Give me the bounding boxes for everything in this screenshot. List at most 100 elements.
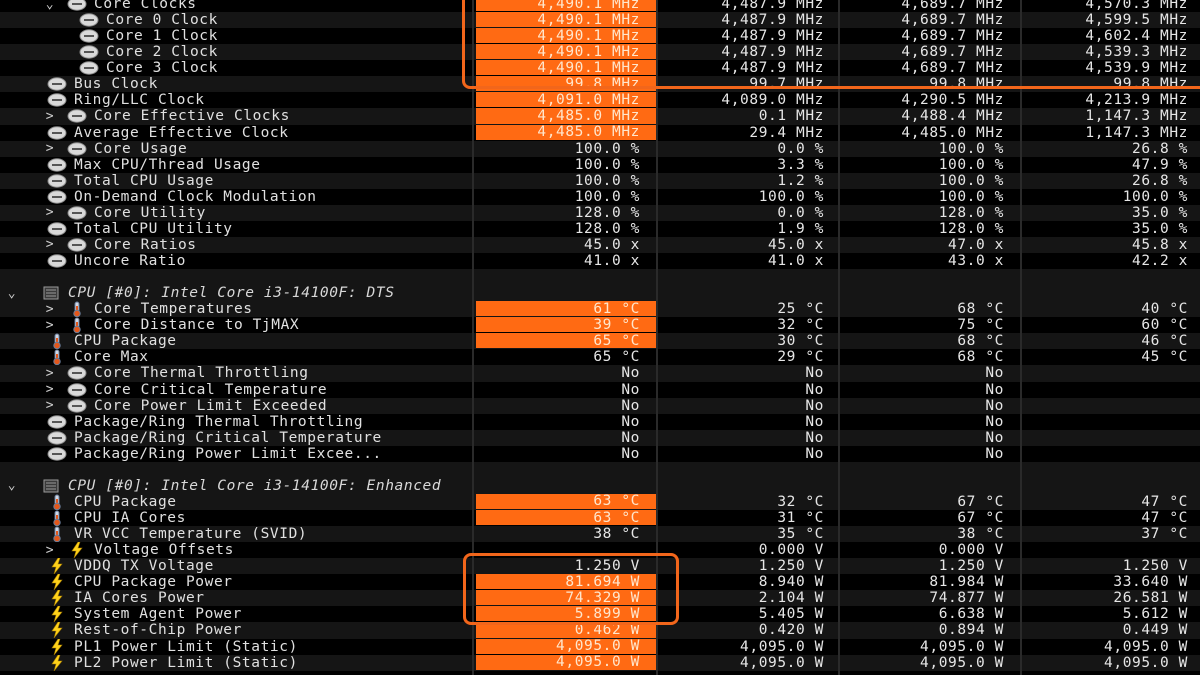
maximum-value xyxy=(840,478,1020,494)
minimum-value: 5.405 W xyxy=(758,606,824,623)
maximum-value: 47.0 x xyxy=(948,236,1004,253)
current-value: 4,490.1 MHz xyxy=(476,60,656,76)
sensor-name-cell: Core Max xyxy=(0,349,470,366)
sensor-label: VR VCC Temperature (SVID) xyxy=(74,526,308,543)
maximum-value: 81.984 W xyxy=(929,574,1004,591)
sensor-label: Uncore Ratio xyxy=(74,253,186,270)
minimum-value: No xyxy=(805,413,824,430)
average-value: 45 °C xyxy=(1141,349,1188,366)
expand-icon[interactable]: > xyxy=(42,543,58,558)
expand-icon[interactable]: > xyxy=(42,318,58,333)
minimum-value: No xyxy=(805,445,824,462)
sensor-name-cell: Package/Ring Power Limit Excee... xyxy=(0,446,470,462)
current-value: 0.462 W xyxy=(476,622,656,638)
maximum-value: 75 °C xyxy=(957,317,1004,334)
maximum-value: 100.0 % xyxy=(938,156,1004,173)
minimum-value: 0.0 % xyxy=(777,140,824,157)
current-value xyxy=(476,542,656,558)
sensor-name-cell: ⌄ CPU [#0]: Intel Core i3-14100F: DTS xyxy=(0,285,470,301)
maximum-value: 4,485.0 MHz xyxy=(901,124,1004,141)
sensor-label: Core Max xyxy=(74,349,149,366)
clock-icon xyxy=(66,398,88,413)
expand-icon[interactable]: > xyxy=(42,109,58,124)
bolt-icon xyxy=(46,590,68,607)
minimum-value: 30 °C xyxy=(777,333,824,350)
minimum-value: 4,095.0 W xyxy=(740,654,824,671)
clock-icon xyxy=(66,0,88,11)
current-value: 39 °C xyxy=(476,317,656,333)
clock-icon xyxy=(46,93,68,108)
average-value: 1,147.3 MHz xyxy=(1085,108,1188,125)
sensor-label: PL2 Power Limit (Static) xyxy=(74,654,298,671)
collapse-icon[interactable]: ⌄ xyxy=(4,286,20,301)
minimum-value: 32 °C xyxy=(777,317,824,334)
expand-icon[interactable]: > xyxy=(42,141,58,156)
expand-icon[interactable]: > xyxy=(42,382,58,397)
clock-icon xyxy=(46,447,68,461)
current-value: 45.0 x xyxy=(584,236,640,253)
current-value: 5.899 W xyxy=(476,606,656,622)
current-value: 100.0 % xyxy=(574,140,640,157)
sensor-name-cell: Ring/LLC Clock xyxy=(0,92,470,108)
collapse-icon[interactable]: ⌄ xyxy=(42,0,58,12)
expand-icon[interactable]: > xyxy=(42,366,58,381)
average-value xyxy=(1024,365,1200,381)
maximum-value: 4,095.0 W xyxy=(920,638,1004,655)
average-value: 0.449 W xyxy=(1122,622,1188,639)
maximum-value: 68 °C xyxy=(957,333,1004,350)
sensor-name-cell: CPU Package xyxy=(0,494,470,510)
maximum-value: 0.894 W xyxy=(938,622,1004,639)
current-value: 4,490.1 MHz xyxy=(476,44,656,60)
maximum-value: 4,689.7 MHz xyxy=(901,44,1004,61)
clock-icon xyxy=(46,190,68,204)
maximum-value: 1.250 V xyxy=(938,558,1004,575)
maximum-value: 38 °C xyxy=(957,526,1004,543)
maximum-value: 68 °C xyxy=(957,349,1004,366)
bolt-icon xyxy=(46,558,68,575)
current-value: No xyxy=(621,445,640,462)
maximum-value: 100.0 % xyxy=(938,188,1004,205)
average-value xyxy=(1024,446,1200,462)
sensor-label: Ring/LLC Clock xyxy=(74,92,205,109)
average-value: 4,570.3 MHz xyxy=(1085,0,1188,13)
bolt-icon xyxy=(46,638,68,655)
sensor-label: Core Usage xyxy=(94,140,188,157)
sensor-name-cell: > Core Ratios xyxy=(0,237,470,253)
average-value: 4,599.5 MHz xyxy=(1085,12,1188,29)
sensor-label: Voltage Offsets xyxy=(94,542,234,559)
sensor-label: Package/Ring Critical Temperature xyxy=(74,429,382,446)
sensor-label: Bus Clock xyxy=(74,76,158,93)
clock-icon xyxy=(78,13,100,27)
sensor-name-cell: > Core Power Limit Exceeded xyxy=(0,398,470,414)
current-value: 65 °C xyxy=(593,349,640,366)
sensor-name-cell: VR VCC Temperature (SVID) xyxy=(0,526,470,543)
sensor-label: IA Cores Power xyxy=(74,590,205,607)
sensor-label: Core 1 Clock xyxy=(106,28,218,45)
expand-icon[interactable]: > xyxy=(42,205,58,220)
sensor-label: Core 0 Clock xyxy=(106,12,218,29)
minimum-value xyxy=(660,478,838,494)
expand-icon[interactable]: > xyxy=(42,302,58,317)
minimum-value: 1.9 % xyxy=(777,220,824,237)
sensor-label: Core Ratios xyxy=(94,236,197,253)
average-value: 47.9 % xyxy=(1132,156,1188,173)
collapse-icon[interactable]: ⌄ xyxy=(4,478,20,493)
chip-icon xyxy=(40,286,62,300)
thermometer-icon xyxy=(46,349,68,366)
sensor-name-cell: > Core Thermal Throttling xyxy=(0,365,470,381)
expand-icon[interactable]: > xyxy=(42,398,58,413)
average-value xyxy=(1024,542,1200,558)
maximum-value: 100.0 % xyxy=(938,140,1004,157)
sensor-label: Average Effective Clock xyxy=(74,124,289,141)
minimum-value xyxy=(660,285,838,301)
current-value: 81.694 W xyxy=(476,574,656,590)
minimum-value: 45.0 x xyxy=(768,236,824,253)
sensor-name-cell: CPU Package xyxy=(0,333,470,350)
sensor-name-cell: System Agent Power xyxy=(0,606,470,623)
expand-icon[interactable]: > xyxy=(42,237,58,252)
sensor-name-cell: Total CPU Utility xyxy=(0,221,470,237)
sensor-name-cell: CPU IA Cores xyxy=(0,510,470,527)
current-value: 100.0 % xyxy=(574,188,640,205)
average-value xyxy=(1024,285,1200,301)
sensor-name-cell: On-Demand Clock Modulation xyxy=(0,189,470,205)
